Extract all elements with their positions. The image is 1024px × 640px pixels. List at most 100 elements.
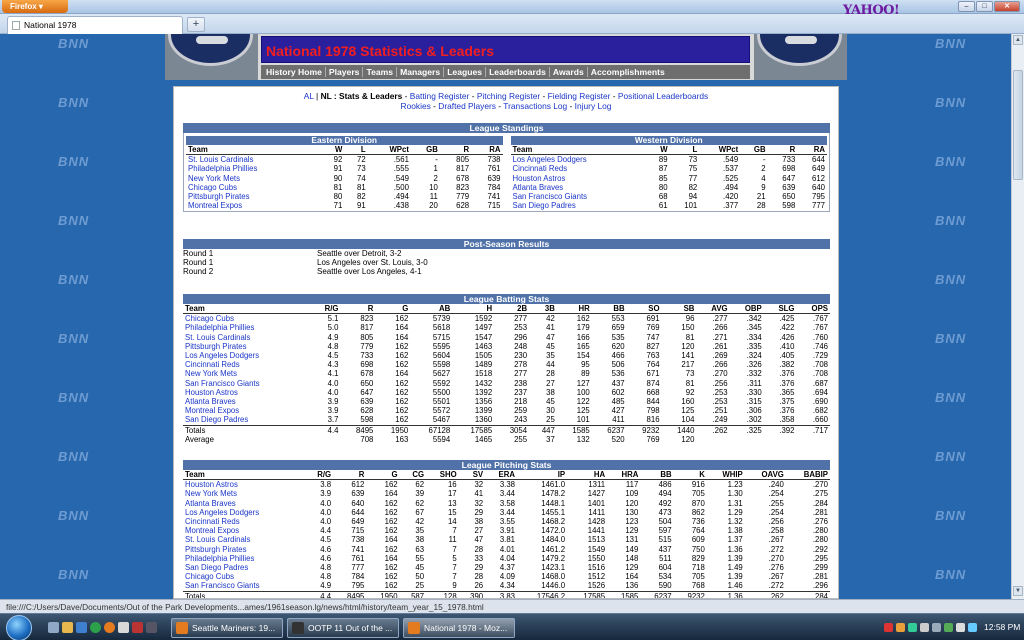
ie-icon[interactable]	[76, 622, 87, 633]
link-pitching-register[interactable]: Pitching Register	[477, 91, 540, 101]
volume-icon[interactable]	[956, 623, 965, 632]
tray-icon[interactable]	[908, 623, 917, 632]
show-desktop-icon[interactable]	[48, 622, 59, 633]
stat-cell: 466	[611, 351, 625, 361]
link-batting-register[interactable]: Batting Register	[410, 91, 470, 101]
tray-icon[interactable]	[968, 623, 977, 632]
team-link[interactable]: New York Mets	[186, 174, 321, 183]
team-link[interactable]: Pittsburgh Pirates	[183, 342, 311, 351]
app-icon[interactable]	[132, 622, 143, 633]
team-link[interactable]: St. Louis Cardinals	[183, 333, 311, 342]
firefox-menu-button[interactable]: Firefox ▾	[2, 0, 68, 13]
stat-cell: 72	[357, 155, 366, 165]
team-link[interactable]: Houston Astros	[511, 174, 648, 183]
team-link[interactable]: San Diego Padres	[183, 415, 311, 425]
quicklaunch-expand-icon[interactable]	[146, 622, 157, 633]
close-window-button[interactable]: ✕	[994, 1, 1020, 12]
stat-cell: 647	[782, 173, 796, 183]
tray-icon[interactable]	[932, 623, 941, 632]
stat-cell: 32	[474, 480, 484, 490]
team-link[interactable]: Los Angeles Dodgers	[183, 508, 305, 517]
nav-players[interactable]: Players	[326, 67, 364, 77]
team-link[interactable]: Chicago Cubs	[186, 183, 321, 192]
firefox-icon[interactable]	[104, 622, 115, 633]
team-link[interactable]: Philadelphia Phillies	[183, 323, 311, 332]
tray-icon[interactable]	[884, 623, 893, 632]
team-link[interactable]: Cincinnati Reds	[183, 517, 305, 526]
team-link[interactable]: Montreal Expos	[186, 201, 321, 210]
team-link[interactable]: New York Mets	[183, 369, 311, 378]
team-link[interactable]: Philadelphia Phillies	[186, 164, 321, 173]
start-button[interactable]	[6, 615, 32, 640]
explorer-icon[interactable]	[62, 622, 73, 633]
maximize-button[interactable]: □	[976, 1, 993, 12]
team-link[interactable]: Chicago Cubs	[183, 572, 305, 581]
team-link[interactable]: Atlanta Braves	[183, 499, 305, 508]
column-header: SB	[661, 304, 697, 315]
team-link[interactable]: Philadelphia Phillies	[183, 554, 305, 563]
team-link[interactable]: San Francisco Giants	[183, 581, 305, 591]
team-link[interactable]: St. Louis Cardinals	[183, 535, 305, 544]
link-drafted-players[interactable]: Drafted Players	[438, 101, 496, 111]
team-link[interactable]: New York Mets	[183, 489, 305, 498]
nav-managers[interactable]: Managers	[397, 67, 445, 77]
team-link[interactable]: Cincinnati Reds	[511, 164, 648, 173]
team-link[interactable]: Montreal Expos	[183, 526, 305, 535]
batting-stats-table: Team R/G R G AB H 2B 3B HR BB SO SB AVG OBP SLG OPS Chi…	[183, 304, 830, 444]
stat-cell: 5618	[432, 323, 451, 333]
team-link[interactable]: Atlanta Braves	[511, 183, 648, 192]
link-positional-leaderboards[interactable]: Positional Leaderboards	[618, 91, 708, 101]
stat-cell: .365	[779, 387, 795, 397]
team-link[interactable]: Montreal Expos	[183, 406, 311, 415]
team-link[interactable]: Los Angeles Dodgers	[511, 155, 648, 165]
media-icon[interactable]	[118, 622, 129, 633]
team-link[interactable]: Chicago Cubs	[183, 314, 311, 324]
link-transactions-log[interactable]: Transactions Log	[503, 101, 567, 111]
minimize-button[interactable]: –	[958, 1, 975, 12]
tray-icon[interactable]	[896, 623, 905, 632]
nav-accomplishments[interactable]: Accomplishments	[588, 67, 668, 77]
team-link[interactable]: San Diego Padres	[511, 201, 648, 210]
team-link[interactable]: Houston Astros	[183, 388, 311, 397]
nav-leaderboards[interactable]: Leaderboards	[486, 67, 550, 77]
team-link[interactable]: Houston Astros	[183, 480, 305, 490]
team-link[interactable]: Los Angeles Dodgers	[183, 351, 311, 360]
team-link[interactable]: Atlanta Braves	[183, 397, 311, 406]
scroll-thumb[interactable]	[1013, 70, 1023, 180]
nav-awards[interactable]: Awards	[550, 67, 588, 77]
tray-icon[interactable]	[944, 623, 953, 632]
stat-cell: 41	[546, 323, 555, 333]
team-link[interactable]: Pittsburgh Pirates	[183, 545, 305, 554]
table-row: Houston Astros 3.8 612 162 62 16 32 3.38 1461.0 1…	[183, 480, 830, 490]
link-injury-log[interactable]: Injury Log	[575, 101, 612, 111]
stat-cell: 823	[456, 182, 470, 192]
chrome-icon[interactable]	[90, 622, 101, 633]
nav-leagues[interactable]: Leagues	[444, 67, 487, 77]
column-header: 2B	[494, 304, 530, 315]
link-rookies[interactable]: Rookies	[401, 101, 431, 111]
task-national-1978[interactable]: National 1978 - Moz...	[403, 618, 515, 638]
team-link[interactable]: St. Louis Cardinals	[186, 155, 321, 165]
team-link[interactable]: Pittsburgh Pirates	[186, 192, 321, 201]
tab-national-1978[interactable]: National 1978	[7, 16, 183, 34]
team-link[interactable]: Cincinnati Reds	[183, 360, 311, 369]
stat-cell: 1549	[587, 544, 606, 554]
team-link[interactable]: San Diego Padres	[183, 563, 305, 572]
team-link[interactable]: San Francisco Giants	[511, 192, 648, 201]
nav-history-home[interactable]: History Home	[263, 67, 326, 77]
clock: 12:58 PM	[984, 622, 1021, 632]
nav-teams[interactable]: Teams	[363, 67, 398, 77]
scroll-down-arrow-icon[interactable]: ▼	[1013, 586, 1023, 596]
task-seattle-mariners[interactable]: Seattle Mariners: 19...	[171, 618, 283, 638]
new-tab-button[interactable]: +	[187, 17, 205, 32]
link-fielding-register[interactable]: Fielding Register	[548, 91, 611, 101]
network-icon[interactable]	[920, 623, 929, 632]
scroll-up-arrow-icon[interactable]: ▲	[1013, 35, 1023, 45]
vertical-scrollbar[interactable]: ▲ ▼	[1011, 34, 1024, 599]
stat-cell: .277	[712, 314, 728, 324]
team-link[interactable]: San Francisco Giants	[183, 379, 311, 388]
stat-cell: 162	[384, 507, 398, 517]
link-al[interactable]: AL	[304, 91, 314, 101]
stat-cell: 485	[611, 397, 625, 407]
task-ootp[interactable]: OOTP 11 Out of the ...	[287, 618, 399, 638]
